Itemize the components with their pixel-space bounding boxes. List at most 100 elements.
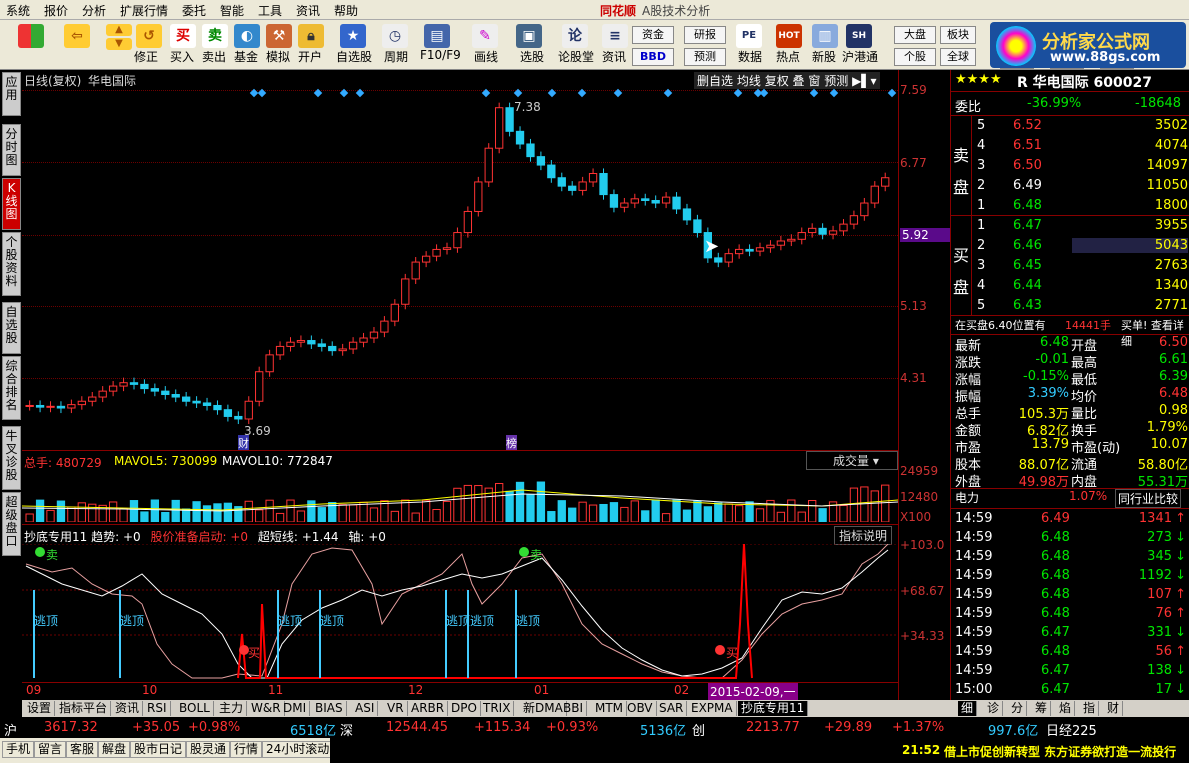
menu-system[interactable]: 系统 [6, 2, 30, 19]
up-arrow-icon[interactable]: ▲ [106, 24, 132, 36]
f10-icon[interactable]: ▤ [424, 24, 450, 48]
windows-icon[interactable] [18, 24, 44, 48]
hk-connect-button[interactable]: 沪港通 [842, 48, 878, 65]
tab-timeline[interactable]: 分时图 [2, 124, 21, 176]
diary-button[interactable]: 股市日记 [130, 741, 187, 758]
sz-label[interactable]: 深 [340, 720, 353, 739]
fund-button[interactable]: 基金 [234, 48, 258, 65]
tab-split[interactable]: 分 [1008, 701, 1028, 716]
global-button[interactable]: 全球 [940, 48, 976, 66]
buy-level[interactable]: 3 6.45 2763 [951, 258, 1189, 278]
indicator-tab[interactable]: SAR [656, 701, 688, 716]
indicator-tab[interactable]: BBI [560, 701, 588, 716]
forum-button[interactable]: 论股堂 [558, 48, 594, 65]
news-24h-button[interactable]: 24小时滚动 [262, 741, 334, 758]
research-button[interactable]: 研报 [684, 26, 726, 44]
pe-icon[interactable]: PE [736, 24, 762, 48]
message-button[interactable]: 留言 [34, 741, 67, 758]
sector-button[interactable]: 板块 [940, 26, 976, 44]
menu-ext-quote[interactable]: 扩展行情 [120, 2, 168, 19]
buy-icon[interactable]: 买 [170, 24, 196, 48]
menu-help[interactable]: 帮助 [334, 2, 358, 19]
indicator-tab[interactable]: DMI [280, 701, 311, 716]
gulingtong-button[interactable]: 股灵通 [186, 741, 231, 758]
indicator-tab[interactable]: 指标平台 [56, 701, 112, 716]
star-icon[interactable]: ★ [340, 24, 366, 48]
tab-detail[interactable]: 细 [958, 701, 978, 716]
menu-info[interactable]: 资讯 [296, 2, 320, 19]
buy-level[interactable]: 2 6.46 5043 [951, 238, 1189, 258]
sell-icon[interactable]: 卖 [202, 24, 228, 48]
clock-icon[interactable]: ◷ [382, 24, 408, 48]
f10-button[interactable]: F10/F9 [420, 48, 461, 62]
watchlist-button[interactable]: 自选股 [336, 48, 372, 65]
mobile-button[interactable]: 手机 [2, 741, 35, 758]
finance-badge[interactable]: 财 [238, 435, 249, 451]
draw-line-button[interactable]: 画线 [474, 48, 498, 65]
buy-level[interactable]: 4 6.44 1340 [951, 278, 1189, 298]
sell-level[interactable]: 5 6.52 3502 [951, 118, 1189, 138]
ranking-badge[interactable]: 榜 [506, 435, 517, 451]
indicator-tab[interactable]: ASI [352, 701, 379, 716]
indicator-tab[interactable]: TRIX [480, 701, 515, 716]
menu-trade[interactable]: 委托 [182, 2, 206, 19]
sell-level[interactable]: 2 6.49 11050 [951, 178, 1189, 198]
hot-icon[interactable]: HOT [776, 24, 802, 48]
fix-icon[interactable]: ↺ [136, 24, 162, 48]
tab-diagnose[interactable]: 诊 [984, 701, 1004, 716]
fund-icon[interactable]: ◐ [234, 24, 260, 48]
period-button[interactable]: 周期 [384, 48, 408, 65]
market-button[interactable]: 大盘 [894, 26, 936, 44]
sell-level[interactable]: 3 6.50 14097 [951, 158, 1189, 178]
tab-index[interactable]: 指 [1080, 701, 1100, 716]
news-icon[interactable]: ≡ [602, 24, 628, 48]
tab-ranking[interactable]: 综合排名 [2, 356, 21, 420]
buy-button[interactable]: 买入 [170, 48, 194, 65]
indicator-tab[interactable]: 主力 [216, 701, 248, 716]
analysis-button[interactable]: 解盘 [98, 741, 131, 758]
screen-icon[interactable]: ▣ [516, 24, 542, 48]
tab-diagnosis[interactable]: 牛叉诊股 [2, 426, 21, 490]
fix-button[interactable]: 修正 [134, 48, 158, 65]
menu-smart[interactable]: 智能 [220, 2, 244, 19]
sector-compare-button[interactable]: 同行业比较 [1115, 489, 1182, 508]
indicator-tab[interactable]: 资讯 [112, 701, 144, 716]
individual-stock-button[interactable]: 个股 [894, 48, 936, 66]
news-ticker[interactable]: 借上市促创新转型 东方证券欲打造一流投行 [944, 743, 1188, 760]
tab-kline[interactable]: K线图 [2, 178, 21, 230]
menu-quote[interactable]: 报价 [44, 2, 68, 19]
menu-analysis[interactable]: 分析 [82, 2, 106, 19]
indicator-tab[interactable]: 抄底专用11 [738, 701, 809, 716]
forecast-button[interactable]: 预测 [684, 48, 726, 66]
new-stock-button[interactable]: 新股 [812, 48, 836, 65]
pencil-icon[interactable]: ✎ [472, 24, 498, 48]
indicator-tab[interactable]: DPO [448, 701, 481, 716]
forum-icon[interactable]: 论 [562, 24, 588, 48]
kline-chart-area[interactable]: 日线(复权) 华电国际 删自选 均线 复权 叠 窗 预测 ▶︎▌▾ 7.59 6… [22, 70, 950, 700]
hk-connect-icon[interactable]: SH [846, 24, 872, 48]
sh-label[interactable]: 沪 [4, 720, 17, 739]
indicator-tab[interactable]: BOLL [176, 701, 214, 716]
sell-button[interactable]: 卖出 [202, 48, 226, 65]
indicator-tab[interactable]: ARBR [408, 701, 449, 716]
indicator-tab[interactable]: VR [384, 701, 408, 716]
indicator-help-button[interactable]: 指标说明 [834, 526, 893, 545]
down-arrow-icon[interactable]: ▼ [106, 38, 132, 50]
quotes-button[interactable]: 行情 [230, 741, 263, 758]
tab-chips[interactable]: 筹 [1032, 701, 1052, 716]
tab-watchlist[interactable]: 自选股 [2, 302, 21, 354]
hotspot-button[interactable]: 热点 [776, 48, 800, 65]
nikkei-label[interactable]: 日经225 [1046, 720, 1097, 739]
tab-apps[interactable]: 应用 [2, 72, 21, 116]
simulate-button[interactable]: 模拟 [266, 48, 290, 65]
indicator-tab[interactable]: 设置 [24, 701, 56, 716]
hammer-icon[interactable]: ⚒ [266, 24, 292, 48]
data-button[interactable]: 数据 [738, 48, 762, 65]
tab-finance[interactable]: 财 [1104, 701, 1124, 716]
indicator-tab[interactable]: OBV [624, 701, 657, 716]
sell-level[interactable]: 4 6.51 4074 [951, 138, 1189, 158]
new-stock-icon[interactable]: ▥ [812, 24, 838, 48]
indicator-tab[interactable]: BIAS [312, 701, 347, 716]
tab-super-book[interactable]: 超级盘口 [2, 492, 21, 556]
indicator-tab[interactable]: MTM [592, 701, 628, 716]
